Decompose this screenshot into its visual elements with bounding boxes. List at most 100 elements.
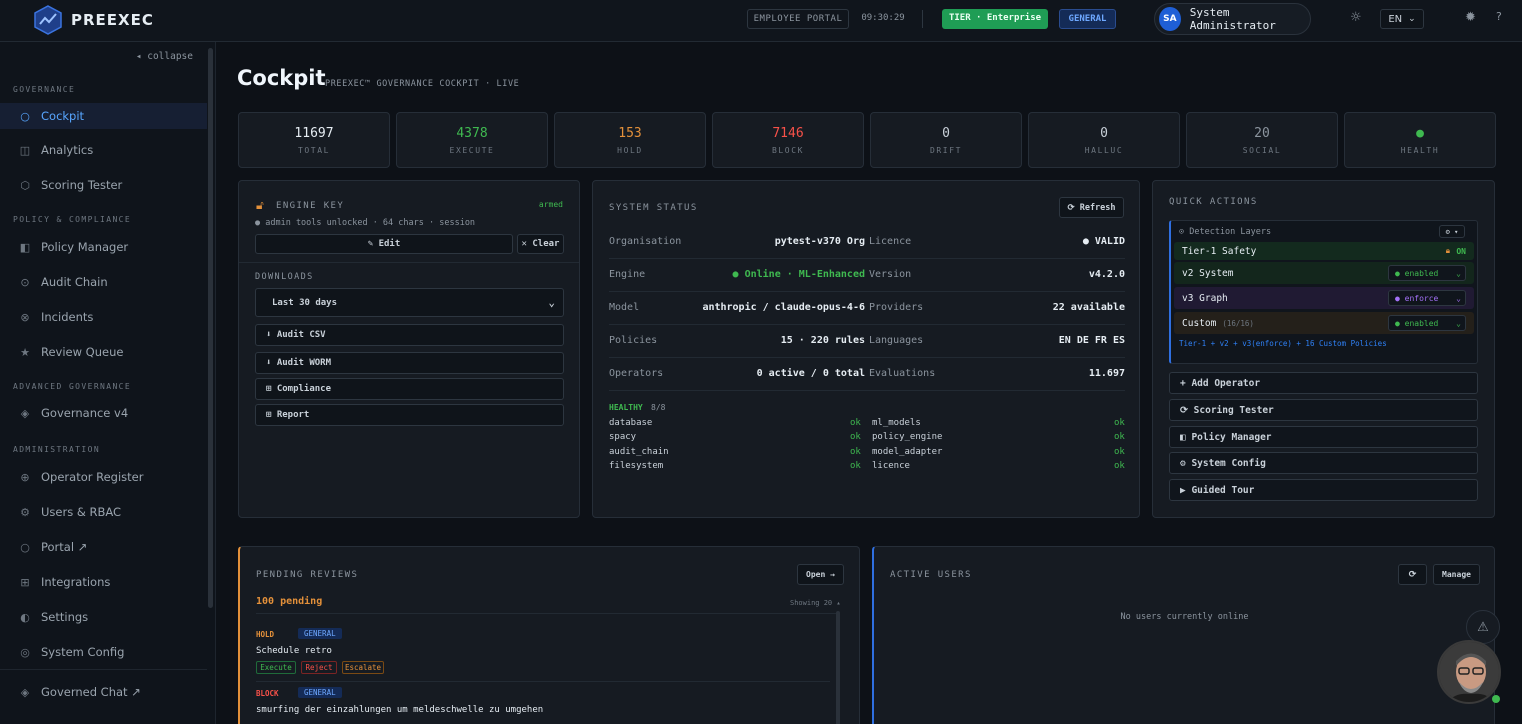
alert-icon[interactable]: ⚠ [1466,610,1500,644]
sidebar-item-label: Analytics [41,143,94,157]
sidebar-item-label: Review Queue [41,345,124,359]
sidebar-item-scoring-tester[interactable]: ⬡ Scoring Tester [0,172,207,198]
sidebar-item-settings[interactable]: ◐ Settings [0,604,207,630]
layer-row-v3: v3 Graph ● enforce ⌄ [1174,287,1474,309]
stat-label: EXECUTE [449,146,495,155]
x-circle-icon: ⊗ [20,310,30,324]
sidebar-item-audit-chain[interactable]: ⊙ Audit Chain [0,269,207,295]
sidebar-item-portal[interactable]: ○ Portal ↗ [0,534,207,560]
stat-execute[interactable]: 4378 EXECUTE [396,112,548,168]
collapse-button[interactable]: ◂ collapse [136,51,193,62]
detection-layers-box: ⊙ Detection Layers ⚙ ▾ Tier-1 Safety 🔒︎ … [1169,220,1478,364]
layer-state-select[interactable]: ● enforce ⌄ [1388,290,1466,306]
panel-title: PENDING REVIEWS [256,570,359,580]
refresh-users-button[interactable]: ⟳ [1398,564,1427,585]
refresh-button[interactable]: ⟳ Refresh [1059,197,1124,218]
divider [239,262,579,263]
layer-state-select[interactable]: ● enabled ⌄ [1388,265,1466,281]
app-logo[interactable]: PREEXEC [33,4,154,36]
range-select[interactable]: Last 30 days ⌄ [255,288,564,317]
review-status: BLOCK [256,689,279,698]
sidebar-item-policy-manager[interactable]: ◧ Policy Manager [0,234,207,260]
health-check-name: policy_engine [872,432,943,442]
online-indicator [1492,695,1500,703]
status-label: Licence [869,236,912,247]
help-button[interactable]: ? [1496,10,1502,23]
sidebar-item-incidents[interactable]: ⊗ Incidents [0,304,207,330]
scoring-tester-button[interactable]: ⟳ Scoring Tester [1169,399,1478,421]
assistant-avatar[interactable] [1437,640,1501,704]
grid-icon: ⊞ [20,575,30,589]
list-item[interactable]: HOLD GENERAL Schedule retro Execute Reje… [256,627,826,682]
pending-reviews-panel: PENDING REVIEWS Open → 100 pending Showi… [238,546,860,724]
download-audit-worm-button[interactable]: ⬇ Audit WORM [255,352,564,374]
stat-total[interactable]: 11697 TOTAL [238,112,390,168]
download-compliance-button[interactable]: ⊞ Compliance [255,378,564,400]
stat-hold[interactable]: 153 HOLD [554,112,706,168]
stat-health[interactable]: ● HEALTH [1344,112,1496,168]
open-reviews-button[interactable]: Open → [797,564,844,585]
status-label: Operators [609,368,664,379]
health-check-name: database [609,418,653,428]
escalate-button[interactable]: Escalate [342,661,384,674]
policy-manager-button[interactable]: ◧ Policy Manager [1169,426,1478,448]
layer-state[interactable]: ON [1456,247,1466,256]
reject-button[interactable]: Reject [301,661,337,674]
health-check-status: ok [1114,461,1125,471]
sidebar-item-system-config[interactable]: ◎ System Config [0,639,207,665]
list-item[interactable]: BLOCK GENERAL smurfing der einzahlungen … [256,686,826,724]
panel-title: ACTIVE USERS [890,570,972,580]
sidebar-item-cockpit[interactable]: ○ Cockpit [0,103,207,129]
sidebar-item-governed-chat[interactable]: ◈ Governed Chat ↗ [0,679,207,705]
add-operator-button[interactable]: + Add Operator [1169,372,1478,394]
system-config-button[interactable]: ⚙ System Config [1169,452,1478,474]
sidebar-scrollbar[interactable] [208,48,213,608]
layer-state-select[interactable]: ● enabled ⌄ [1388,315,1466,331]
divider [0,669,207,670]
sidebar-item-review-queue[interactable]: ★ Review Queue [0,339,207,365]
health-check-status: ok [850,418,861,428]
sidebar-item-integrations[interactable]: ⊞ Integrations [0,569,207,595]
stat-value: 153 [618,126,642,141]
status-row: Engine ● Online · ML-Enhanced Version v4… [609,259,1125,292]
sidebar-item-operator-register[interactable]: ⊕ Operator Register [0,464,207,490]
avatar: SA [1159,7,1181,31]
guided-tour-button[interactable]: ▶ Guided Tour [1169,479,1478,501]
status-value: 0 active / 0 total [756,368,865,379]
page-title: Cockpit [237,66,326,90]
list-scrollbar[interactable] [836,611,840,724]
gear-icon[interactable]: ✹ [1465,10,1476,25]
engine-status: armed [538,200,563,209]
stat-drift[interactable]: 0 DRIFT [870,112,1022,168]
section-title-advanced: ADVANCED GOVERNANCE [13,382,132,391]
target-icon: ⊙ [20,275,30,289]
sidebar-item-label: System Config [41,645,125,659]
sidebar-item-analytics[interactable]: ◫ Analytics [0,137,207,163]
stat-halluc[interactable]: 0 HALLUC [1028,112,1180,168]
manage-users-button[interactable]: Manage [1433,564,1480,585]
sidebar-item-governance-v4[interactable]: ◈ Governance v4 [0,400,207,426]
layer-count: (16/16) [1222,318,1254,328]
stat-value: 20 [1254,126,1270,141]
sidebar-item-label: Governance v4 [41,406,129,420]
hexagon-icon: ⬡ [20,178,30,192]
review-text: Schedule retro [256,646,332,656]
panel-title: QUICK ACTIONS [1169,197,1258,207]
user-menu[interactable]: SA System Administrator [1154,3,1311,35]
employee-portal-button[interactable]: EMPLOYEE PORTAL [747,9,849,29]
download-report-button[interactable]: ⊞ Report [255,404,564,426]
clear-key-button[interactable]: ✕ Clear [517,234,564,254]
stat-value: 0 [1100,126,1108,141]
edit-key-button[interactable]: ✎ Edit [255,234,513,254]
sidebar-item-users-rbac[interactable]: ⚙ Users & RBAC [0,499,207,525]
context-badge[interactable]: GENERAL [1059,9,1116,29]
language-select[interactable]: EN ⌄ [1380,9,1424,29]
download-audit-csv-button[interactable]: ⬇ Audit CSV [255,324,564,346]
health-check-status: ok [850,447,861,457]
execute-button[interactable]: Execute [256,661,296,674]
detection-settings-button[interactable]: ⚙ ▾ [1439,225,1465,238]
sun-icon[interactable]: ☼ [1350,10,1362,25]
stat-social[interactable]: 20 SOCIAL [1186,112,1338,168]
stat-value: 7146 [772,126,804,141]
stat-block[interactable]: 7146 BLOCK [712,112,864,168]
